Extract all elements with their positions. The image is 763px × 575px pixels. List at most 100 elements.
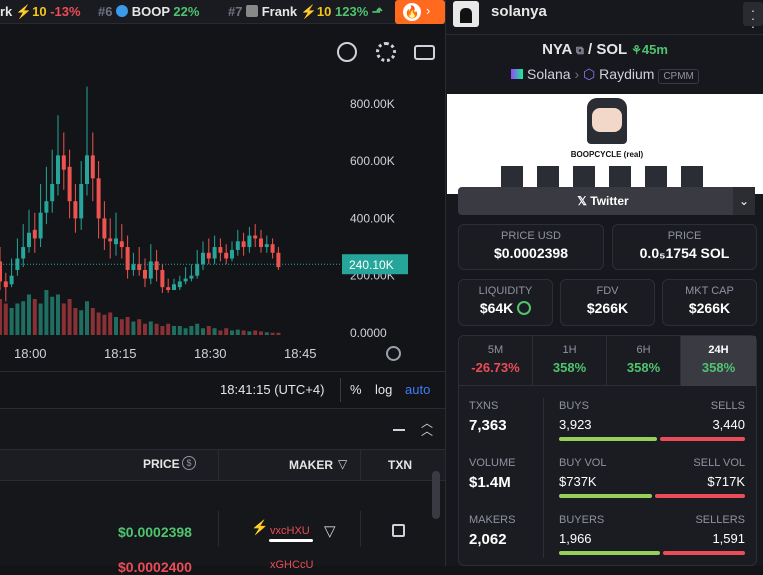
candle bbox=[96, 178, 101, 219]
candle bbox=[235, 241, 240, 250]
candle bbox=[61, 155, 66, 170]
volume-bar bbox=[230, 330, 234, 335]
volume-bar bbox=[96, 312, 101, 335]
volume-bar bbox=[125, 317, 130, 335]
y-tick-label: 400.00K bbox=[350, 211, 395, 225]
candle bbox=[218, 247, 223, 253]
txn-column-header[interactable]: TXN bbox=[388, 458, 412, 472]
volume-bar bbox=[90, 308, 95, 335]
y-tick-label: 0.0000 bbox=[350, 326, 387, 340]
candle bbox=[21, 247, 26, 259]
liquidity-card: LIQUIDITY $64K bbox=[458, 279, 553, 326]
maker-column-header[interactable]: MAKER bbox=[289, 458, 333, 472]
candle bbox=[206, 252, 211, 259]
chart-clock: 18:41:15 (UTC+4) bbox=[220, 382, 325, 397]
candle bbox=[230, 249, 234, 259]
fdv-card: FDV $266K bbox=[560, 279, 655, 326]
y-tick-label: 800.00K bbox=[350, 97, 395, 111]
gear-icon[interactable] bbox=[376, 42, 396, 62]
volume-bar bbox=[15, 303, 20, 335]
volume-bar bbox=[73, 308, 78, 335]
maker-address[interactable]: vxcHXU bbox=[270, 525, 310, 537]
candle bbox=[108, 238, 113, 242]
candle bbox=[247, 235, 252, 248]
volume-bar bbox=[154, 323, 159, 335]
minimize-icon[interactable] bbox=[393, 429, 405, 431]
volume-bar bbox=[137, 319, 142, 335]
candle bbox=[183, 278, 188, 282]
x-tick-label: 18:15 bbox=[104, 346, 137, 361]
volume-bar bbox=[160, 326, 165, 335]
candle bbox=[131, 264, 136, 270]
volume-bar bbox=[201, 328, 205, 335]
twitter-link[interactable]: 𝕏 Twitter ⌄ bbox=[458, 187, 755, 215]
chain-link[interactable]: Solana bbox=[527, 66, 571, 82]
sells-bar bbox=[660, 437, 745, 441]
maker-address[interactable]: xGHCcU bbox=[270, 559, 313, 571]
chevron-down-icon[interactable]: ⌄ bbox=[733, 187, 755, 215]
candle bbox=[160, 269, 165, 288]
trending-button[interactable]: 🔥 › bbox=[395, 0, 445, 24]
percent-scale-toggle[interactable]: % bbox=[350, 382, 362, 397]
ticker-item-boop[interactable]: #6 BOOP 22% bbox=[98, 4, 199, 19]
ticker-item-frank[interactable]: #7 Frank ⚡10 123% ⬏ bbox=[228, 4, 383, 20]
auto-scale-toggle[interactable]: auto bbox=[405, 382, 430, 397]
volume-bar bbox=[183, 328, 188, 335]
solana-icon bbox=[511, 69, 524, 79]
dollar-icon: $ bbox=[182, 456, 196, 470]
volume-bar bbox=[276, 332, 281, 335]
candle bbox=[276, 252, 281, 268]
candle bbox=[212, 247, 217, 259]
raydium-icon: ⬡ bbox=[583, 66, 596, 82]
candle bbox=[79, 184, 84, 219]
x-tick-label: 18:30 bbox=[194, 346, 227, 361]
candle bbox=[201, 252, 205, 265]
chain-info: Solana › ⬡ Raydium CPMM bbox=[446, 66, 763, 84]
volume-bar bbox=[218, 330, 223, 335]
filter-icon[interactable]: ▽ bbox=[324, 522, 336, 540]
volume-bar bbox=[79, 310, 84, 335]
candle bbox=[32, 229, 37, 239]
scrollbar[interactable] bbox=[432, 471, 440, 519]
collapse-icon[interactable]: ︿ ︿ bbox=[421, 417, 433, 437]
camera-icon[interactable] bbox=[414, 45, 435, 60]
chart-settings-icon[interactable] bbox=[386, 346, 401, 361]
price-column-header[interactable]: PRICE bbox=[143, 457, 180, 471]
candle bbox=[114, 238, 118, 245]
y-tick-label: 600.00K bbox=[350, 154, 395, 168]
magic-search-icon[interactable] bbox=[337, 42, 357, 62]
volume-bar bbox=[172, 326, 176, 335]
dex-link[interactable]: Raydium bbox=[599, 66, 654, 82]
more-icon[interactable]: · · · bbox=[743, 2, 763, 33]
ticker-item-1[interactable]: rk ⚡10 -13% bbox=[0, 4, 81, 20]
price-usd-card: PRICE USD $0.0002398 bbox=[458, 224, 604, 270]
filter-icon[interactable]: ▽ bbox=[338, 457, 347, 471]
volume-bar bbox=[131, 321, 136, 335]
price-chart[interactable]: 800.00K600.00K400.00K200.00K0.000018:00 1… bbox=[0, 73, 445, 373]
tab-6h[interactable]: 6H 358% bbox=[607, 336, 681, 386]
volume-bar bbox=[247, 331, 252, 335]
volume-bar bbox=[0, 299, 2, 335]
trending-ticker: rk ⚡10 -13% #6 BOOP 22% #7 Frank ⚡10 123… bbox=[0, 0, 445, 24]
candle bbox=[73, 201, 78, 219]
tab-1h[interactable]: 1H 358% bbox=[533, 336, 607, 386]
volume-bar bbox=[224, 328, 229, 335]
chart-toolbar bbox=[0, 33, 445, 73]
token-banner: BOOPCYCLE (real) bbox=[447, 94, 763, 194]
copy-icon[interactable]: ⧉ bbox=[576, 45, 584, 57]
candle bbox=[166, 287, 171, 291]
volume-bar bbox=[27, 294, 31, 335]
volume-bar bbox=[44, 290, 49, 335]
candle bbox=[264, 244, 269, 248]
seedling-icon: ⚘ bbox=[631, 43, 642, 57]
pair-title: NYA ⧉ / SOL ⚘45m bbox=[542, 41, 668, 58]
volume-bar bbox=[61, 303, 66, 335]
chevron-right-icon: › bbox=[426, 3, 431, 18]
log-scale-toggle[interactable]: log bbox=[375, 382, 392, 397]
volume-bar bbox=[195, 323, 200, 335]
tab-5m[interactable]: 5M -26.73% bbox=[459, 336, 533, 386]
tab-24h[interactable]: 24H 358% bbox=[681, 336, 756, 386]
volume-bar bbox=[259, 331, 263, 335]
candle bbox=[102, 218, 107, 239]
external-link-icon[interactable] bbox=[392, 524, 405, 537]
